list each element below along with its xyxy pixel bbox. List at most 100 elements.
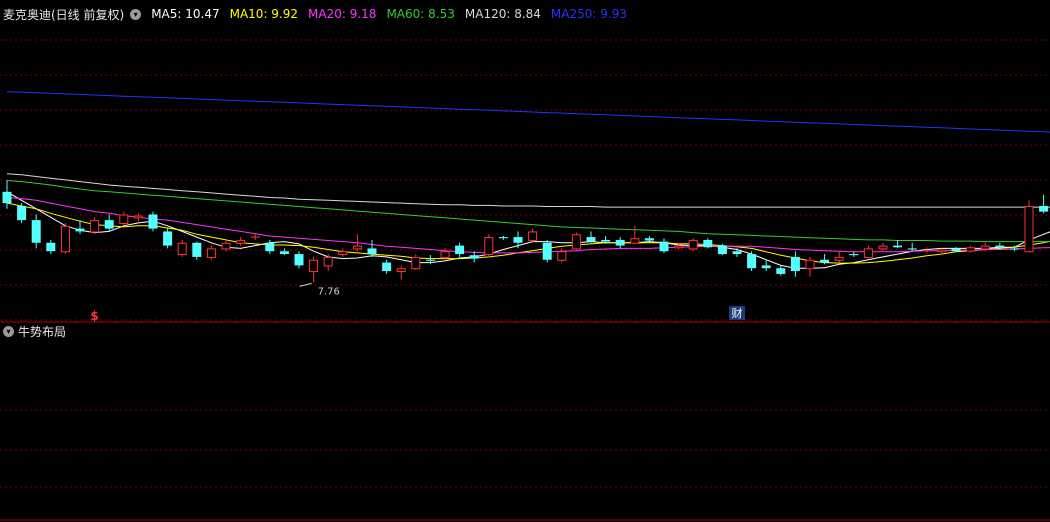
candles xyxy=(2,180,1049,283)
chevron-down-icon[interactable]: ▾ xyxy=(130,8,142,20)
candle xyxy=(148,211,158,232)
stock-title: 麦克奥迪(日线 前复权) xyxy=(3,7,125,22)
candle-body xyxy=(761,265,771,269)
main-header: 麦克奥迪(日线 前复权) ▾ MA5: 10.47 MA10: 9.92 MA20:… xyxy=(0,3,627,25)
candle-body xyxy=(163,231,173,246)
candle xyxy=(644,235,654,242)
candle-body xyxy=(1039,205,1049,212)
candle xyxy=(323,254,333,272)
candle xyxy=(688,238,698,252)
candle xyxy=(455,242,465,257)
candle xyxy=(309,256,319,283)
candle-body xyxy=(396,268,406,273)
candle-body xyxy=(586,237,596,242)
candle xyxy=(119,211,129,226)
finance-marker: 财 xyxy=(732,306,743,320)
candle xyxy=(747,251,757,272)
ma-legend: MA5: 10.47 MA10: 9.92 MA20: 9.18 MA60: 8.53… xyxy=(141,7,627,21)
candle-body xyxy=(849,254,859,256)
candle xyxy=(221,239,231,252)
candle-body xyxy=(2,191,12,204)
candle-body xyxy=(703,239,713,248)
candle-body xyxy=(119,214,129,224)
candle xyxy=(703,238,713,249)
candle-body xyxy=(951,248,961,252)
candle-body xyxy=(717,245,727,255)
candle-body xyxy=(659,241,669,252)
candle-body xyxy=(411,256,421,270)
candle-body xyxy=(75,228,85,232)
candle xyxy=(776,265,786,276)
candle-body xyxy=(104,220,114,229)
candle-body xyxy=(46,242,56,252)
candle-body xyxy=(352,245,362,250)
candle-body xyxy=(966,247,976,252)
ma-legend-item: MA10: 9.92 xyxy=(229,7,299,21)
candle xyxy=(966,245,976,253)
candle-body xyxy=(893,245,903,248)
candle xyxy=(834,251,844,263)
ma-legend-item: MA120: 8.84 xyxy=(464,7,541,21)
candle xyxy=(542,239,552,263)
candle xyxy=(60,222,70,255)
candle xyxy=(790,251,800,277)
candle-body xyxy=(498,237,508,239)
chevron-down-icon[interactable]: ▾ xyxy=(3,325,14,337)
candle-body xyxy=(425,259,435,261)
candle-body xyxy=(279,251,289,255)
candle-body xyxy=(236,239,246,244)
candle-body xyxy=(455,245,465,255)
candle xyxy=(586,231,596,243)
candle xyxy=(31,214,41,249)
candle-body xyxy=(265,242,275,252)
candle-body xyxy=(323,256,333,267)
candle-body xyxy=(513,237,523,243)
candle-body xyxy=(907,248,917,250)
candle xyxy=(893,239,903,249)
candle-body xyxy=(776,268,786,274)
candle-body xyxy=(980,245,990,250)
candle-body xyxy=(367,248,377,255)
candle xyxy=(46,239,56,255)
candle-body xyxy=(557,251,567,261)
candle xyxy=(513,231,523,249)
dollar-marker: $ xyxy=(90,309,98,323)
kline-chart[interactable]: 11.667.76$财 $★擒牛 xyxy=(0,0,1050,522)
candle xyxy=(163,228,173,249)
candle xyxy=(192,241,202,260)
kline-chart-window: 11.667.76$财 $★擒牛 麦克奥迪(日线 前复权) ▾ MA5: 10.… xyxy=(0,0,1050,522)
candle-body xyxy=(732,251,742,255)
candle-body xyxy=(382,262,392,272)
candle xyxy=(382,259,392,274)
candle-body xyxy=(177,242,187,256)
candle xyxy=(104,214,114,232)
candle-body xyxy=(995,245,1005,248)
candle-body xyxy=(148,214,158,229)
candle-body xyxy=(1009,248,1019,250)
ma-legend-item: MA20: 9.18 xyxy=(308,7,377,21)
candle xyxy=(615,237,625,249)
candle-body xyxy=(878,245,888,250)
candle xyxy=(17,203,27,223)
candle xyxy=(2,180,12,209)
candle-body xyxy=(571,234,581,250)
candle-body xyxy=(440,251,450,258)
candle-body xyxy=(31,220,41,243)
candle-body xyxy=(192,242,202,257)
candle xyxy=(484,234,494,257)
candle xyxy=(236,237,246,246)
candle-body xyxy=(834,256,844,261)
candle xyxy=(177,239,187,257)
candle-body xyxy=(688,239,698,250)
candle-body xyxy=(820,259,830,263)
candle-body xyxy=(206,248,216,258)
candle-body xyxy=(805,259,815,270)
candle xyxy=(557,248,567,263)
candle xyxy=(498,235,508,240)
annotations: 11.667.76$财 xyxy=(90,282,745,323)
candle xyxy=(206,245,216,260)
candle-body xyxy=(484,237,494,256)
candle-body xyxy=(17,205,27,221)
candle xyxy=(571,232,581,252)
candle xyxy=(630,225,640,244)
